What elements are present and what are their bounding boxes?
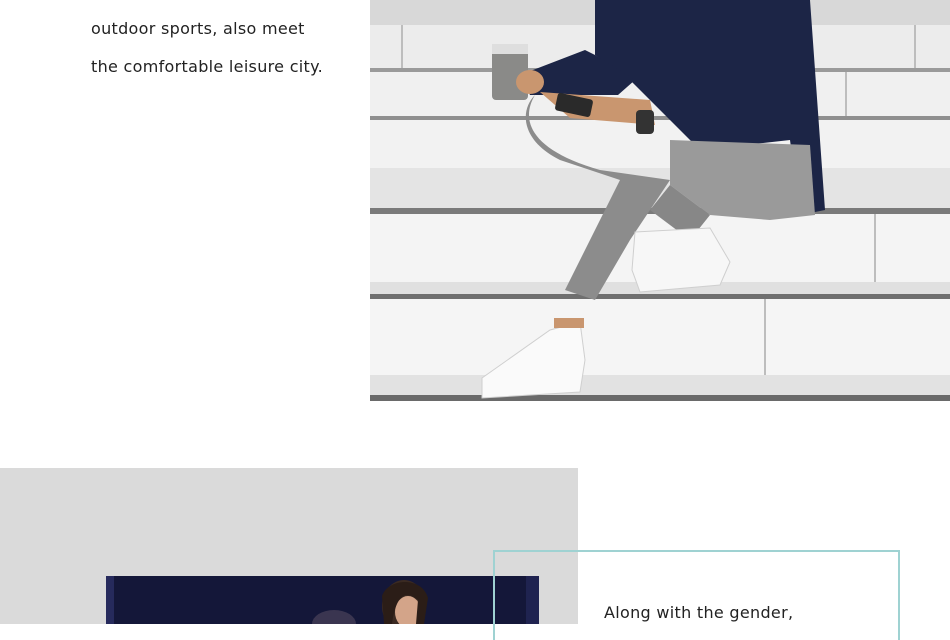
gender-text-line: Along with the gender,	[604, 603, 794, 622]
intro-text-block: outdoor sports, also meet the comfortabl…	[91, 10, 351, 86]
text-frame-border	[493, 550, 900, 640]
photo-man-sitting-on-steps-illustration	[370, 0, 950, 401]
photo-man-dark-background-illustration	[106, 576, 539, 624]
photo-man-dark-background	[106, 576, 539, 624]
intro-text-line-1: outdoor sports, also meet	[91, 19, 305, 38]
photo-man-sitting-on-steps	[370, 0, 950, 401]
intro-text-line-2: the comfortable leisure city.	[91, 57, 323, 76]
